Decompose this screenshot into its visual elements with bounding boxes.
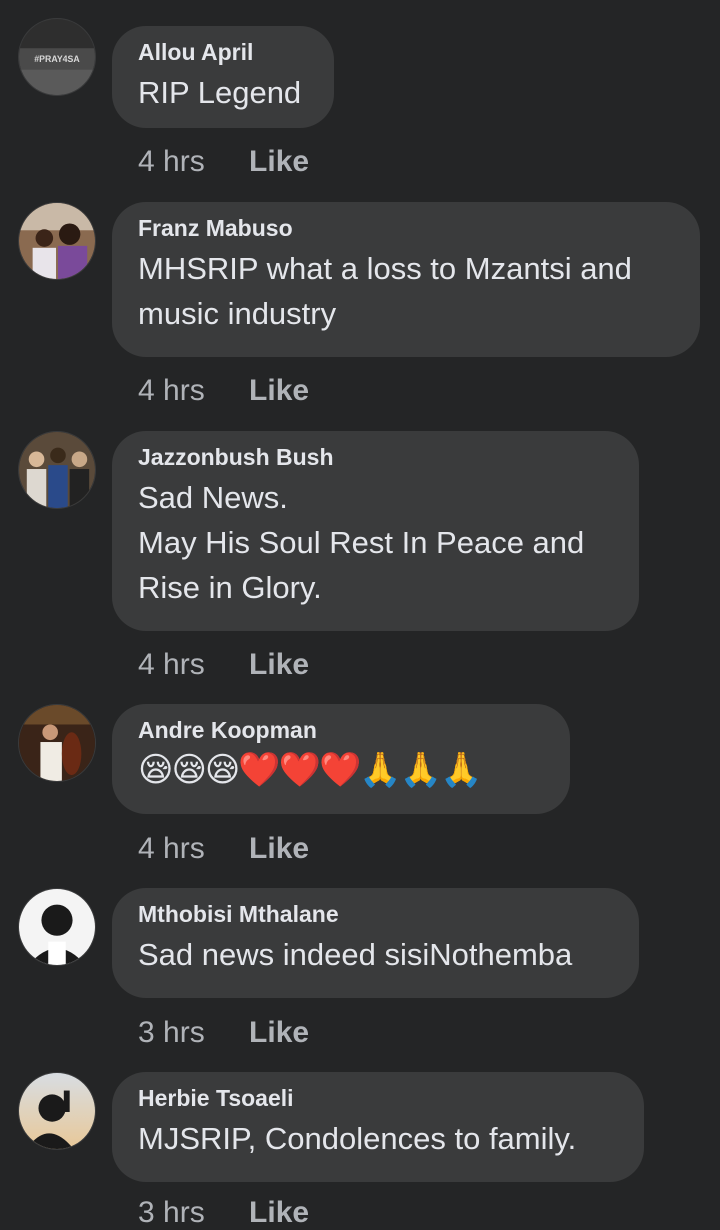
comment-meta: 4 hrs Like (138, 374, 309, 408)
comment-time[interactable]: 4 hrs (138, 374, 205, 408)
avatar[interactable] (18, 202, 96, 280)
comment-author[interactable]: Andre Koopman (138, 716, 544, 744)
comment-author[interactable]: Mthobisi Mthalane (138, 900, 613, 928)
like-button[interactable]: Like (249, 648, 309, 682)
comment-time[interactable]: 4 hrs (138, 648, 205, 682)
comment-time[interactable]: 4 hrs (138, 145, 205, 179)
comment-bubble[interactable]: Allou April RIP Legend (112, 26, 334, 128)
like-button[interactable]: Like (249, 145, 309, 179)
comment-meta: 3 hrs Like (138, 1196, 309, 1230)
comment-author[interactable]: Franz Mabuso (138, 214, 674, 242)
avatar-label: #PRAY4SA (34, 54, 80, 64)
avatar[interactable]: #PRAY4SA (18, 18, 96, 96)
comment-bubble[interactable]: Mthobisi Mthalane Sad news indeed sisiNo… (112, 888, 639, 998)
comment-text: Sad news indeed sisiNothemba (138, 937, 573, 972)
like-button[interactable]: Like (249, 1196, 309, 1230)
comment-author[interactable]: Herbie Tsoaeli (138, 1084, 618, 1112)
avatar[interactable] (18, 1072, 96, 1150)
comment-bubble[interactable]: Andre Koopman 😪😪😪❤️❤️❤️🙏🙏🙏 (112, 704, 570, 814)
comment-bubble[interactable]: Jazzonbush Bush Sad News. May His Soul R… (112, 431, 639, 631)
comment-text: 😪😪😪❤️❤️❤️🙏🙏🙏 (138, 751, 482, 789)
comment-text: Sad News. May His Soul Rest In Peace and… (138, 480, 585, 605)
comment-text: RIP Legend (138, 75, 302, 110)
like-button[interactable]: Like (249, 374, 309, 408)
comment-time[interactable]: 3 hrs (138, 1196, 205, 1230)
comment-text: MJSRIP, Condolences to family. (138, 1121, 577, 1156)
like-button[interactable]: Like (249, 1016, 309, 1050)
comment-bubble[interactable]: Herbie Tsoaeli MJSRIP, Condolences to fa… (112, 1072, 644, 1182)
comment-text: MHSRIP what a loss to Mzantsi and music … (138, 251, 632, 331)
avatar[interactable] (18, 704, 96, 782)
comment-author[interactable]: Jazzonbush Bush (138, 443, 613, 471)
avatar[interactable] (18, 888, 96, 966)
comment-meta: 4 hrs Like (138, 832, 309, 866)
comment-time[interactable]: 3 hrs (138, 1016, 205, 1050)
comment-meta: 4 hrs Like (138, 145, 309, 179)
like-button[interactable]: Like (249, 832, 309, 866)
comment-meta: 3 hrs Like (138, 1016, 309, 1050)
comment-time[interactable]: 4 hrs (138, 832, 205, 866)
comment-meta: 4 hrs Like (138, 648, 309, 682)
comment-bubble[interactable]: Franz Mabuso MHSRIP what a loss to Mzant… (112, 202, 700, 357)
comment-author[interactable]: Allou April (138, 38, 308, 66)
avatar[interactable] (18, 431, 96, 509)
